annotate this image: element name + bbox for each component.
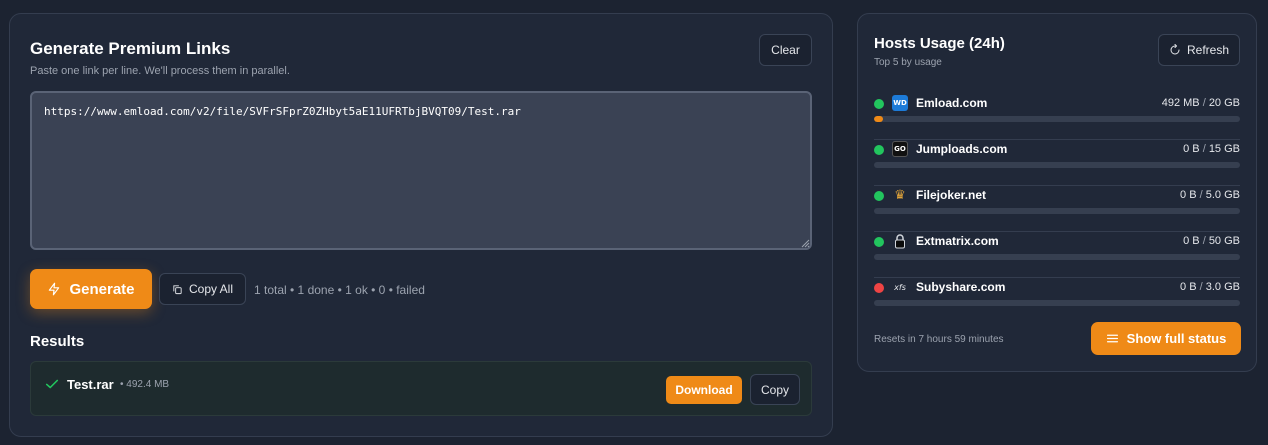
resize-grip-icon[interactable] <box>800 238 810 248</box>
host-limit: 15 GB <box>1208 143 1240 155</box>
host-row-filejoker: ♛ Filejoker.net 0 B / 5.0 GB <box>874 186 1240 232</box>
host-used: 0 B <box>1183 143 1200 155</box>
host-name: Filejoker.net <box>916 188 987 202</box>
host-usage: 492 MB / 20 GB <box>1162 97 1240 109</box>
links-textarea[interactable] <box>30 91 812 250</box>
status-dot <box>874 191 884 201</box>
status-dot <box>874 237 884 247</box>
usage-bar <box>874 116 1240 122</box>
host-limit: 50 GB <box>1208 235 1240 247</box>
host-name: Jumploads.com <box>916 142 1008 156</box>
usage-bar <box>874 162 1240 168</box>
status-dot <box>874 99 884 109</box>
jumploads-logo-icon: GO <box>892 141 908 157</box>
host-used: 0 B <box>1180 281 1197 293</box>
host-name: Subyshare.com <box>916 280 1006 294</box>
extmatrix-lock-icon <box>895 234 905 249</box>
host-row-subyshare: xfs Subyshare.com 0 B / 3.0 GB <box>874 278 1240 324</box>
host-row-jumploads: GO Jumploads.com 0 B / 15 GB <box>874 140 1240 186</box>
hosts-title: Hosts Usage (24h) <box>874 35 1005 52</box>
host-usage: 0 B / 15 GB <box>1183 143 1240 155</box>
host-usage: 0 B / 5.0 GB <box>1180 189 1240 201</box>
result-row: Test.rar • 492.4 MB Download Copy <box>30 361 812 416</box>
generate-label: Generate <box>69 280 135 298</box>
status-dot <box>874 283 884 293</box>
clear-button[interactable]: Clear <box>759 34 812 66</box>
copy-icon <box>173 284 182 294</box>
refresh-button[interactable]: Refresh <box>1158 34 1240 66</box>
host-row-emload: WD Emload.com 492 MB / 20 GB <box>874 94 1240 140</box>
usage-bar <box>874 300 1240 306</box>
usage-separator: / <box>1202 97 1206 109</box>
generator-subtitle: Paste one link per line. We'll process t… <box>30 65 290 77</box>
generate-links-card: Generate Premium Links Paste one link pe… <box>9 13 833 437</box>
lightning-icon <box>49 282 60 296</box>
host-usage: 0 B / 3.0 GB <box>1180 281 1240 293</box>
download-button[interactable]: Download <box>666 376 742 404</box>
host-used: 492 MB <box>1161 97 1200 109</box>
usage-bar <box>874 254 1240 260</box>
copy-all-label: Copy All <box>188 282 234 296</box>
host-used: 0 B <box>1180 189 1197 201</box>
results-title: Results <box>30 333 85 350</box>
hosts-subtitle: Top 5 by usage <box>874 57 942 68</box>
host-limit: 20 GB <box>1208 97 1240 109</box>
host-usage: 0 B / 50 GB <box>1183 235 1240 247</box>
generator-title: Generate Premium Links <box>30 39 231 58</box>
usage-bar-fill <box>874 116 883 122</box>
host-limit: 3.0 GB <box>1205 281 1240 293</box>
refresh-icon <box>1170 44 1180 55</box>
usage-separator: / <box>1202 235 1206 247</box>
result-filesize: • 492.4 MB <box>120 379 170 390</box>
host-used: 0 B <box>1183 235 1200 247</box>
resets-countdown: Resets in 7 hours 59 minutes <box>874 334 1004 345</box>
status-dot <box>874 145 884 155</box>
show-full-status-button[interactable]: Show full status <box>1091 322 1241 355</box>
copy-all-button[interactable]: Copy All <box>159 273 246 305</box>
usage-separator: / <box>1199 189 1203 201</box>
subyshare-logo-icon: xfs <box>894 282 906 292</box>
host-limit: 5.0 GB <box>1205 189 1240 201</box>
copy-link-button[interactable]: Copy <box>750 374 800 405</box>
host-name: Extmatrix.com <box>916 234 999 248</box>
list-icon <box>1106 334 1118 343</box>
show-full-status-label: Show full status <box>1126 331 1227 346</box>
hosts-usage-card: Hosts Usage (24h) Top 5 by usage Refresh… <box>857 13 1257 372</box>
check-icon <box>45 379 59 389</box>
result-filename: Test.rar <box>67 377 114 392</box>
emload-logo-icon: WD <box>892 95 908 111</box>
host-row-extmatrix: Extmatrix.com 0 B / 50 GB <box>874 232 1240 278</box>
refresh-label: Refresh <box>1186 43 1230 57</box>
usage-separator: / <box>1199 281 1203 293</box>
usage-separator: / <box>1202 143 1206 155</box>
host-name: Emload.com <box>916 96 988 110</box>
generate-button[interactable]: Generate <box>30 269 152 309</box>
generation-stats: 1 total • 1 done • 1 ok • 0 • failed <box>254 283 425 297</box>
usage-bar <box>874 208 1240 214</box>
filejoker-crown-icon: ♛ <box>894 187 906 203</box>
